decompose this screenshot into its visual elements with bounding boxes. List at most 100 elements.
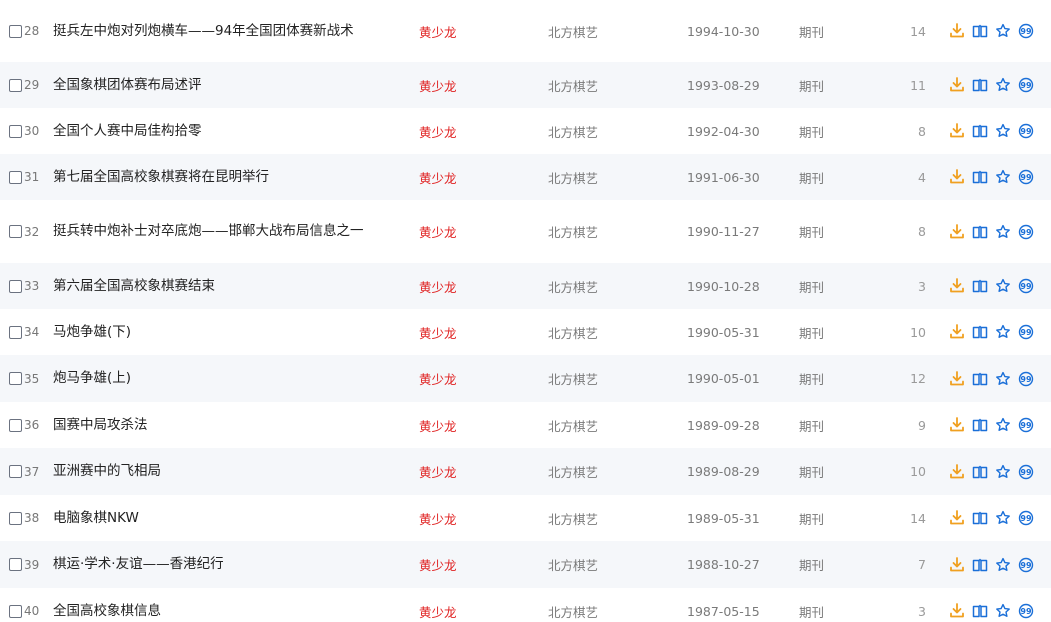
article-title-link[interactable]: 挺兵转中炮补士对卒底炮——邯郸大战布局信息之一 bbox=[53, 222, 405, 241]
article-title-link[interactable]: 棋运·学术·友谊——香港纪行 bbox=[53, 555, 405, 574]
download-icon[interactable] bbox=[945, 417, 968, 433]
row-checkbox[interactable] bbox=[9, 124, 22, 138]
read-online-icon[interactable] bbox=[968, 324, 991, 340]
favorite-star-icon[interactable] bbox=[991, 169, 1014, 185]
cite-icon[interactable]: 99 bbox=[1014, 603, 1037, 619]
author-link[interactable]: 黄少龙 bbox=[419, 22, 457, 41]
source-link[interactable]: 北方棋艺 bbox=[548, 462, 598, 481]
row-checkbox[interactable] bbox=[9, 225, 22, 238]
read-online-icon[interactable] bbox=[968, 123, 991, 139]
article-title-link[interactable]: 挺兵左中炮对列炮横车——94年全国团体赛新战术 bbox=[53, 22, 405, 41]
source-link[interactable]: 北方棋艺 bbox=[548, 509, 598, 528]
source-link[interactable]: 北方棋艺 bbox=[548, 168, 598, 187]
article-title-link[interactable]: 全国高校象棋信息 bbox=[53, 602, 405, 621]
article-title-link[interactable]: 国赛中局攻杀法 bbox=[53, 416, 405, 435]
download-icon[interactable] bbox=[945, 77, 968, 93]
download-icon[interactable] bbox=[945, 123, 968, 139]
author-link[interactable]: 黄少龙 bbox=[419, 168, 457, 187]
author-link[interactable]: 黄少龙 bbox=[419, 555, 457, 574]
download-icon[interactable] bbox=[945, 370, 968, 387]
read-online-icon[interactable] bbox=[968, 224, 991, 240]
author-link[interactable]: 黄少龙 bbox=[419, 122, 457, 141]
read-online-icon[interactable] bbox=[968, 371, 991, 387]
download-icon[interactable] bbox=[945, 278, 968, 294]
download-icon[interactable] bbox=[945, 223, 968, 240]
source-link[interactable]: 北方棋艺 bbox=[548, 222, 598, 241]
row-checkbox[interactable] bbox=[9, 325, 22, 339]
source-link[interactable]: 北方棋艺 bbox=[548, 555, 598, 574]
article-title-link[interactable]: 第六届全国高校象棋赛结束 bbox=[53, 277, 405, 296]
favorite-star-icon[interactable] bbox=[991, 557, 1014, 573]
read-online-icon[interactable] bbox=[968, 603, 991, 619]
favorite-star-icon[interactable] bbox=[991, 464, 1014, 480]
favorite-star-icon[interactable] bbox=[991, 417, 1014, 433]
favorite-star-icon[interactable] bbox=[991, 77, 1014, 93]
download-icon[interactable] bbox=[945, 23, 968, 39]
cite-icon[interactable]: 99 bbox=[1014, 278, 1037, 294]
article-title-link[interactable]: 亚洲赛中的飞相局 bbox=[53, 462, 405, 481]
author-link[interactable]: 黄少龙 bbox=[419, 509, 457, 528]
cite-icon[interactable]: 99 bbox=[1014, 324, 1037, 340]
author-link[interactable]: 黄少龙 bbox=[419, 222, 457, 241]
author-link[interactable]: 黄少龙 bbox=[419, 416, 457, 435]
source-link[interactable]: 北方棋艺 bbox=[548, 122, 598, 141]
article-title-link[interactable]: 全国个人赛中局佳构拾零 bbox=[53, 122, 405, 141]
read-online-icon[interactable] bbox=[968, 464, 991, 480]
favorite-star-icon[interactable] bbox=[991, 603, 1014, 619]
favorite-star-icon[interactable] bbox=[991, 324, 1014, 340]
favorite-star-icon[interactable] bbox=[991, 371, 1014, 387]
cite-icon[interactable]: 99 bbox=[1014, 77, 1037, 93]
cite-icon[interactable]: 99 bbox=[1014, 464, 1037, 480]
source-link[interactable]: 北方棋艺 bbox=[548, 277, 598, 296]
favorite-star-icon[interactable] bbox=[991, 278, 1014, 294]
favorite-star-icon[interactable] bbox=[991, 510, 1014, 526]
download-icon[interactable] bbox=[945, 510, 968, 526]
favorite-star-icon[interactable] bbox=[991, 123, 1014, 139]
download-icon[interactable] bbox=[945, 603, 968, 619]
source-link[interactable]: 北方棋艺 bbox=[548, 323, 598, 342]
author-link[interactable]: 黄少龙 bbox=[419, 369, 457, 388]
cite-icon[interactable]: 99 bbox=[1014, 557, 1037, 573]
cite-icon[interactable]: 99 bbox=[1014, 371, 1037, 387]
download-icon[interactable] bbox=[945, 324, 968, 340]
row-checkbox[interactable] bbox=[9, 418, 22, 432]
row-checkbox[interactable] bbox=[9, 511, 22, 525]
cite-icon[interactable]: 99 bbox=[1014, 23, 1037, 39]
favorite-star-icon[interactable] bbox=[991, 224, 1014, 240]
row-checkbox[interactable] bbox=[9, 279, 22, 293]
row-checkbox[interactable] bbox=[9, 78, 22, 92]
download-icon[interactable] bbox=[945, 556, 968, 573]
author-link[interactable]: 黄少龙 bbox=[419, 462, 457, 481]
row-checkbox[interactable] bbox=[9, 465, 22, 478]
read-online-icon[interactable] bbox=[968, 557, 991, 573]
read-online-icon[interactable] bbox=[968, 23, 991, 39]
article-title-link[interactable]: 马炮争雄(下) bbox=[53, 323, 405, 342]
cite-icon[interactable]: 99 bbox=[1014, 224, 1037, 240]
cite-icon[interactable]: 99 bbox=[1014, 169, 1037, 185]
row-checkbox[interactable] bbox=[9, 372, 22, 385]
source-link[interactable]: 北方棋艺 bbox=[548, 416, 598, 435]
read-online-icon[interactable] bbox=[968, 77, 991, 93]
favorite-star-icon[interactable] bbox=[991, 23, 1014, 39]
read-online-icon[interactable] bbox=[968, 417, 991, 433]
download-icon[interactable] bbox=[945, 169, 968, 185]
author-link[interactable]: 黄少龙 bbox=[419, 76, 457, 95]
row-checkbox[interactable] bbox=[9, 170, 22, 184]
source-link[interactable]: 北方棋艺 bbox=[548, 76, 598, 95]
source-link[interactable]: 北方棋艺 bbox=[548, 22, 598, 41]
article-title-link[interactable]: 第七届全国高校象棋赛将在昆明举行 bbox=[53, 168, 405, 187]
read-online-icon[interactable] bbox=[968, 169, 991, 185]
article-title-link[interactable]: 电脑象棋NKW bbox=[53, 509, 405, 528]
read-online-icon[interactable] bbox=[968, 278, 991, 294]
article-title-link[interactable]: 炮马争雄(上) bbox=[53, 369, 405, 388]
source-link[interactable]: 北方棋艺 bbox=[548, 369, 598, 388]
row-checkbox[interactable] bbox=[9, 24, 22, 38]
author-link[interactable]: 黄少龙 bbox=[419, 602, 457, 621]
source-link[interactable]: 北方棋艺 bbox=[548, 602, 598, 621]
author-link[interactable]: 黄少龙 bbox=[419, 323, 457, 342]
row-checkbox[interactable] bbox=[9, 604, 22, 618]
row-checkbox[interactable] bbox=[9, 558, 22, 571]
article-title-link[interactable]: 全国象棋团体赛布局述评 bbox=[53, 76, 405, 95]
cite-icon[interactable]: 99 bbox=[1014, 123, 1037, 139]
author-link[interactable]: 黄少龙 bbox=[419, 277, 457, 296]
